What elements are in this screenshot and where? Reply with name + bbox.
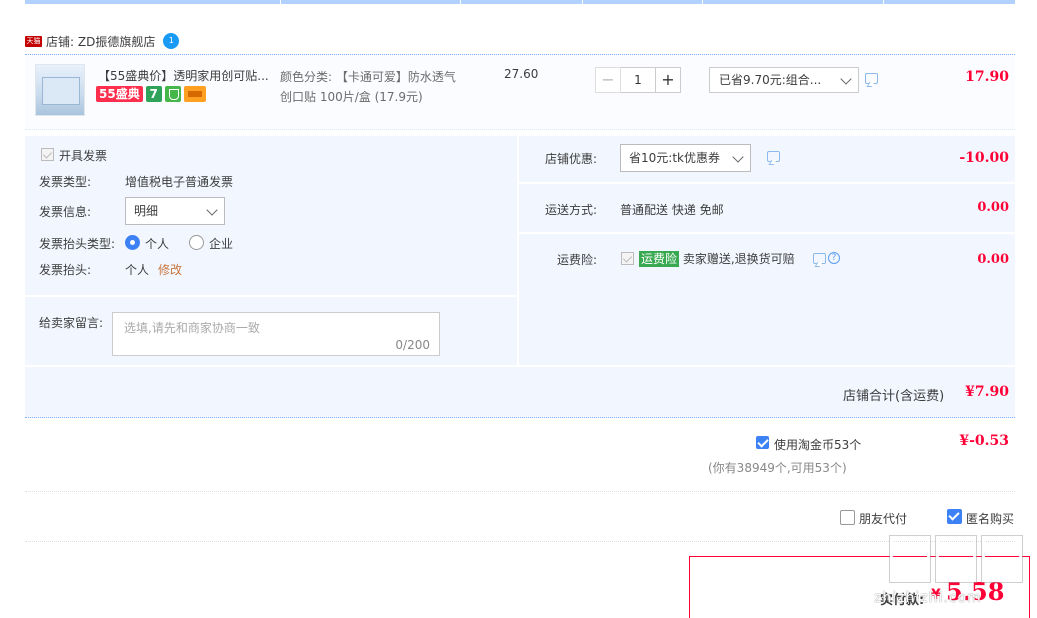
invoice-open-label: 开具发票 bbox=[59, 149, 108, 163]
cart-item-row: 【55盛典价】透明家用创可贴... 55盛典 7 颜色分类: 【卡通可爱】防水透… bbox=[25, 54, 1015, 130]
chevron-down-icon bbox=[732, 151, 744, 163]
radio-company-label[interactable]: 企业 bbox=[209, 235, 233, 252]
coins-deduction-amount: ¥-0.53 bbox=[959, 433, 1009, 449]
wangwang-chat-icon[interactable]: 1 bbox=[163, 33, 180, 49]
discount-info-chat-icon[interactable] bbox=[767, 151, 780, 162]
product-badges: 55盛典 7 bbox=[96, 86, 206, 102]
insurance-label: 运费险: bbox=[557, 253, 598, 267]
radio-personal[interactable] bbox=[125, 235, 140, 250]
invoice-panel: 开具发票 发票类型: 增值税电子普通发票 发票信息: 明细 发票抬头类型: 个人… bbox=[25, 136, 517, 295]
shop-total-label: 店铺合计(含运费) bbox=[843, 389, 945, 404]
memo-char-count: 0/200 bbox=[395, 338, 430, 352]
insurance-chat-icon[interactable] bbox=[813, 253, 826, 264]
shipping-value: 普通配送 快递 免邮 bbox=[620, 203, 724, 217]
watermark-logo bbox=[890, 536, 1026, 586]
shop-total-band: 店铺合计(含运费) ¥7.90 bbox=[25, 367, 1015, 418]
watermark-text: zhizhizhi.com bbox=[874, 590, 982, 606]
insurance-checkbox[interactable] bbox=[621, 252, 634, 265]
shop-discount-value: 省10元:tk优惠券 bbox=[629, 151, 720, 165]
friend-pay-label[interactable]: 朋友代付 bbox=[859, 510, 907, 527]
tmall-icon: 天猫 bbox=[25, 35, 42, 47]
help-question-icon[interactable]: ? bbox=[828, 252, 840, 264]
invoice-edit-link[interactable]: 修改 bbox=[158, 261, 182, 278]
anonymous-label[interactable]: 匿名购买 bbox=[966, 510, 1014, 527]
shop-total-value: ¥7.90 bbox=[965, 384, 1009, 400]
item-promotion-value: 已省9.70元:组合... bbox=[719, 73, 822, 87]
shop-discount-select[interactable]: 省10元:tk优惠券 bbox=[620, 144, 751, 172]
shop-discount-amount: -10.00 bbox=[959, 150, 1009, 166]
chevron-down-icon bbox=[206, 204, 218, 216]
insurance-text: 卖家赠送,退换货可赔 bbox=[682, 252, 795, 266]
guarantee-shield-icon bbox=[164, 86, 181, 102]
coins-available-note: (你有38949个,可用53个) bbox=[708, 461, 847, 475]
quantity-input[interactable]: 1 bbox=[621, 67, 655, 93]
shipping-amount: 0.00 bbox=[977, 200, 1009, 215]
shop-name-link[interactable]: 店铺: ZD振德旗舰店 bbox=[46, 33, 155, 50]
shop-discount-panel: 店铺优惠: 省10元:tk优惠券 -10.00 bbox=[519, 136, 1015, 182]
use-coins-checkbox[interactable] bbox=[756, 436, 769, 449]
sku-line-2: 创口贴 100片/盒 (17.9元) bbox=[280, 90, 423, 104]
festival-55-badge: 55盛典 bbox=[96, 86, 143, 102]
top-divider-bar bbox=[25, 0, 1015, 4]
shop-header: 天猫 店铺: ZD振德旗舰店 1 bbox=[25, 32, 180, 50]
invoice-header-type-label: 发票抬头类型: bbox=[39, 237, 116, 251]
invoice-type-label: 发票类型: bbox=[39, 175, 92, 189]
product-thumbnail[interactable] bbox=[35, 64, 85, 116]
anonymous-checkbox[interactable] bbox=[947, 509, 962, 524]
coin-row: 使用淘金币53个 (你有38949个,可用53个) ¥-0.53 bbox=[25, 420, 1015, 492]
insurance-panel: 运费险: 运费险 卖家赠送,退换货可赔 ? 0.00 bbox=[519, 234, 1015, 365]
unit-price: 27.60 bbox=[504, 67, 539, 81]
memo-panel: 给卖家留言: 选填,请先和商家协商一致 0/200 bbox=[25, 297, 517, 365]
credit-card-icon bbox=[183, 86, 206, 102]
memo-placeholder: 选填,请先和商家协商一致 bbox=[124, 321, 260, 335]
product-title-link[interactable]: 【55盛典价】透明家用创可贴... bbox=[98, 67, 269, 84]
payment-options-row: 朋友代付 匿名购买 bbox=[25, 494, 1015, 542]
insurance-tag: 运费险 bbox=[639, 251, 680, 267]
invoice-header-value: 个人 bbox=[125, 263, 150, 277]
sku-line-1: 颜色分类: 【卡通可爱】防水透气 bbox=[280, 70, 456, 84]
quantity-decrease-button[interactable]: − bbox=[595, 67, 621, 93]
use-coins-label[interactable]: 使用淘金币53个 bbox=[774, 436, 861, 453]
invoice-type-value: 增值税电子普通发票 bbox=[125, 175, 234, 189]
product-sku: 颜色分类: 【卡通可爱】防水透气 创口贴 100片/盒 (17.9元) bbox=[280, 67, 456, 107]
shipping-label: 运送方式: bbox=[545, 203, 598, 217]
friend-pay-checkbox[interactable] bbox=[840, 510, 855, 525]
insurance-amount: 0.00 bbox=[977, 252, 1009, 267]
invoice-checkbox[interactable] bbox=[41, 148, 54, 161]
invoice-info-label: 发票信息: bbox=[39, 205, 92, 219]
shop-discount-label: 店铺优惠: bbox=[545, 152, 598, 166]
quantity-increase-button[interactable]: + bbox=[655, 67, 681, 93]
invoice-info-select[interactable]: 明细 bbox=[125, 197, 225, 225]
chevron-down-icon bbox=[840, 73, 852, 85]
item-promotion-select[interactable]: 已省9.70元:组合... bbox=[709, 67, 859, 93]
quantity-stepper: − 1 + bbox=[595, 67, 681, 93]
memo-label: 给卖家留言: bbox=[39, 316, 104, 330]
radio-personal-label[interactable]: 个人 bbox=[145, 235, 169, 252]
seven-day-return-badge: 7 bbox=[145, 86, 162, 102]
radio-company[interactable] bbox=[189, 235, 204, 250]
insurance-info: 运费险 卖家赠送,退换货可赔 bbox=[639, 250, 795, 267]
invoice-header-label: 发票抬头: bbox=[39, 263, 92, 277]
memo-textarea[interactable]: 选填,请先和商家协商一致 0/200 bbox=[112, 312, 440, 356]
promo-info-chat-icon[interactable] bbox=[865, 73, 878, 84]
item-total-price: 17.90 bbox=[965, 69, 1009, 85]
shipping-panel: 运送方式: 普通配送 快递 免邮 0.00 bbox=[519, 184, 1015, 232]
invoice-info-value: 明细 bbox=[134, 204, 159, 218]
